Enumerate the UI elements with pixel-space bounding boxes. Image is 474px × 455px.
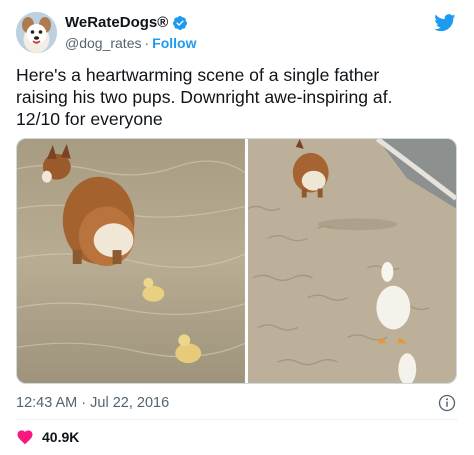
like-button[interactable]: 40.9K [16,428,79,446]
photo-corgi-and-ducklings-in-water[interactable] [17,139,245,383]
divider [16,419,458,420]
photo-beach-image [247,139,456,383]
photo-corgi-and-ducks-on-beach[interactable] [247,139,456,383]
info-icon[interactable] [438,394,456,412]
tweet-timestamp[interactable]: 12:43 AM · Jul 22, 2016 [16,395,169,411]
tweet-text-line: Here's a heartwarming scene of a single … [16,65,380,85]
twitter-bird-icon[interactable] [434,14,456,32]
follow-button[interactable]: Follow [152,35,196,51]
tweet-text-line: raising his two pups. Downright awe-insp… [16,87,393,107]
dog-avatar-icon [16,12,57,53]
heart-icon [17,430,33,445]
account-name-row: WeRateDogs® [65,14,188,31]
media-grid [16,138,457,384]
like-count: 40.9K [42,429,80,445]
photo-water-image [17,139,245,383]
separator: · [144,35,150,51]
account-handle[interactable]: @dog_rates [65,35,141,51]
tweet-text-line: 12/10 for everyone [16,109,163,129]
verified-badge-icon [173,15,188,30]
avatar[interactable] [16,12,57,53]
handle-row: @dog_rates · Follow [65,35,196,51]
account-name[interactable]: WeRateDogs® [65,14,168,31]
tweet-card: WeRateDogs® @dog_rates · Follow Here's a h… [0,0,474,455]
tweet-text: Here's a heartwarming scene of a single … [16,64,456,130]
